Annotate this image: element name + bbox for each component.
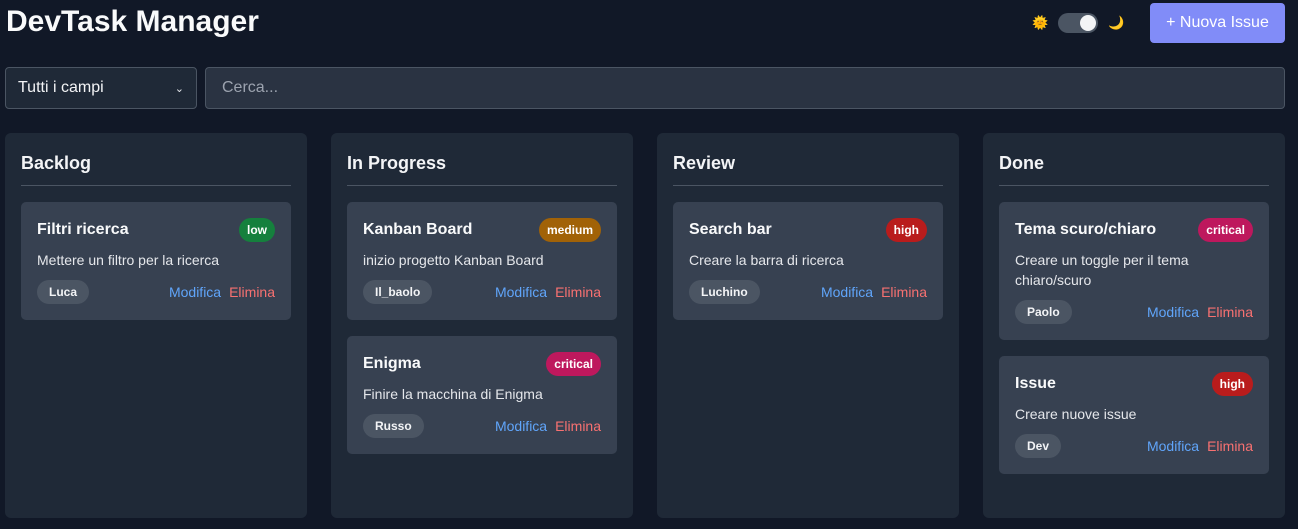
search-input[interactable] bbox=[205, 67, 1285, 109]
switch-knob bbox=[1080, 15, 1097, 31]
card-header: Issue high bbox=[1015, 372, 1253, 396]
delete-link[interactable]: Elimina bbox=[1207, 304, 1253, 320]
edit-link[interactable]: Modifica bbox=[495, 418, 547, 434]
assignee-badge: Il_baolo bbox=[363, 280, 433, 304]
issue-card[interactable]: Enigma critical Finire la macchina di Enig… bbox=[347, 336, 617, 454]
card-title: Tema scuro/chiaro bbox=[1015, 221, 1157, 238]
column-in-progress: In Progress Kanban Board medium inizio prog… bbox=[331, 133, 633, 518]
column-title: Done bbox=[999, 153, 1044, 173]
delete-link[interactable]: Elimina bbox=[1207, 438, 1253, 454]
priority-badge: high bbox=[1211, 372, 1253, 396]
priority-badge: high bbox=[885, 218, 927, 242]
edit-link[interactable]: Modifica bbox=[821, 284, 873, 300]
priority-badge: critical bbox=[1198, 218, 1253, 242]
field-select[interactable]: Tutti i campi ⌄ bbox=[5, 67, 197, 109]
new-issue-button[interactable]: + Nuova Issue bbox=[1150, 3, 1285, 43]
card-header: Enigma critical bbox=[363, 352, 601, 376]
column-review: Review Search bar high Creare la barra di r… bbox=[657, 133, 959, 518]
card-list: Filtri ricerca low Mettere un filtro per l… bbox=[21, 202, 291, 320]
app-title: DevTask Manager bbox=[6, 5, 259, 38]
card-header: Kanban Board medium bbox=[363, 218, 601, 242]
card-actions: Modifica Elimina bbox=[169, 284, 275, 300]
card-title: Filtri ricerca bbox=[37, 221, 129, 238]
moon-icon: 🌙 bbox=[1108, 15, 1125, 30]
header: DevTask Manager 🌞 🌙 + Nuova Issue bbox=[0, 0, 1298, 50]
column-divider bbox=[999, 185, 1269, 186]
field-select-value: Tutti i campi bbox=[18, 79, 104, 96]
assignee-badge: Dev bbox=[1015, 434, 1062, 458]
column-divider bbox=[673, 185, 943, 186]
edit-link[interactable]: Modifica bbox=[1147, 304, 1199, 320]
card-actions: Modifica Elimina bbox=[495, 284, 601, 300]
card-header: Filtri ricerca low bbox=[37, 218, 275, 242]
column-title: Backlog bbox=[21, 153, 92, 173]
priority-badge: low bbox=[239, 218, 275, 242]
card-header: Search bar high bbox=[689, 218, 927, 242]
issue-card[interactable]: Issue high Creare nuove issue Dev Modifica El… bbox=[999, 356, 1269, 474]
card-title: Issue bbox=[1015, 375, 1056, 392]
assignee-badge: Paolo bbox=[1015, 300, 1072, 324]
delete-link[interactable]: Elimina bbox=[555, 284, 601, 300]
card-title: Search bar bbox=[689, 221, 772, 238]
card-list: Kanban Board medium inizio progetto Kanban… bbox=[347, 202, 617, 454]
card-title: Enigma bbox=[363, 355, 421, 372]
delete-link[interactable]: Elimina bbox=[555, 418, 601, 434]
card-footer: Luca Modifica Elimina bbox=[37, 280, 275, 304]
priority-badge: medium bbox=[538, 218, 601, 242]
edit-link[interactable]: Modifica bbox=[1147, 438, 1199, 454]
column-divider bbox=[21, 185, 291, 186]
card-list: Search bar high Creare la barra di ricerca… bbox=[673, 202, 943, 320]
card-actions: Modifica Elimina bbox=[495, 418, 601, 434]
issue-card[interactable]: Kanban Board medium inizio progetto Kanban… bbox=[347, 202, 617, 320]
edit-link[interactable]: Modifica bbox=[169, 284, 221, 300]
issue-card[interactable]: Search bar high Creare la barra di ricerca… bbox=[673, 202, 943, 320]
card-description: inizio progetto Kanban Board bbox=[363, 252, 544, 268]
sun-icon: 🌞 bbox=[1032, 15, 1049, 30]
card-actions: Modifica Elimina bbox=[1147, 304, 1253, 320]
card-footer: Dev Modifica Elimina bbox=[1015, 434, 1253, 458]
column-divider bbox=[347, 185, 617, 186]
card-actions: Modifica Elimina bbox=[821, 284, 927, 300]
theme-switch[interactable] bbox=[1058, 13, 1099, 33]
delete-link[interactable]: Elimina bbox=[229, 284, 275, 300]
card-list: Tema scuro/chiaro critical Creare un toggl… bbox=[999, 202, 1269, 474]
card-description: Creare un toggle per il tema chiaro/scur… bbox=[1015, 252, 1189, 288]
card-description: Creare nuove issue bbox=[1015, 406, 1137, 422]
filter-bar: Tutti i campi ⌄ bbox=[5, 67, 1285, 109]
column-title: Review bbox=[673, 153, 736, 173]
chevron-down-icon: ⌄ bbox=[174, 82, 184, 95]
delete-link[interactable]: Elimina bbox=[881, 284, 927, 300]
assignee-badge: Luchino bbox=[689, 280, 760, 304]
card-title: Kanban Board bbox=[363, 221, 473, 238]
card-description: Creare la barra di ricerca bbox=[689, 252, 844, 268]
card-footer: Il_baolo Modifica Elimina bbox=[363, 280, 601, 304]
card-description: Mettere un filtro per la ricerca bbox=[37, 252, 220, 268]
card-header: Tema scuro/chiaro critical bbox=[1015, 218, 1253, 242]
card-actions: Modifica Elimina bbox=[1147, 438, 1253, 454]
app: DevTask Manager 🌞 🌙 + Nuova Issue Tutti … bbox=[0, 0, 1298, 529]
issue-card[interactable]: Filtri ricerca low Mettere un filtro per l… bbox=[21, 202, 291, 320]
issue-card[interactable]: Tema scuro/chiaro critical Creare un toggl… bbox=[999, 202, 1269, 340]
column-backlog: Backlog Filtri ricerca low Mettere un filtr… bbox=[5, 133, 307, 518]
card-description: Finire la macchina di Enigma bbox=[363, 386, 543, 402]
card-footer: Russo Modifica Elimina bbox=[363, 414, 601, 438]
card-footer: Paolo Modifica Elimina bbox=[1015, 300, 1253, 324]
priority-badge: critical bbox=[546, 352, 601, 376]
edit-link[interactable]: Modifica bbox=[495, 284, 547, 300]
kanban-board: Backlog Filtri ricerca low Mettere un filtr… bbox=[5, 133, 1285, 518]
column-title: In Progress bbox=[347, 153, 447, 173]
column-done: Done Tema scuro/chiaro critical Creare un t… bbox=[983, 133, 1285, 518]
card-footer: Luchino Modifica Elimina bbox=[689, 280, 927, 304]
assignee-badge: Luca bbox=[37, 280, 90, 304]
assignee-badge: Russo bbox=[363, 414, 424, 438]
theme-toggle[interactable]: 🌞 🌙 bbox=[1032, 12, 1127, 34]
